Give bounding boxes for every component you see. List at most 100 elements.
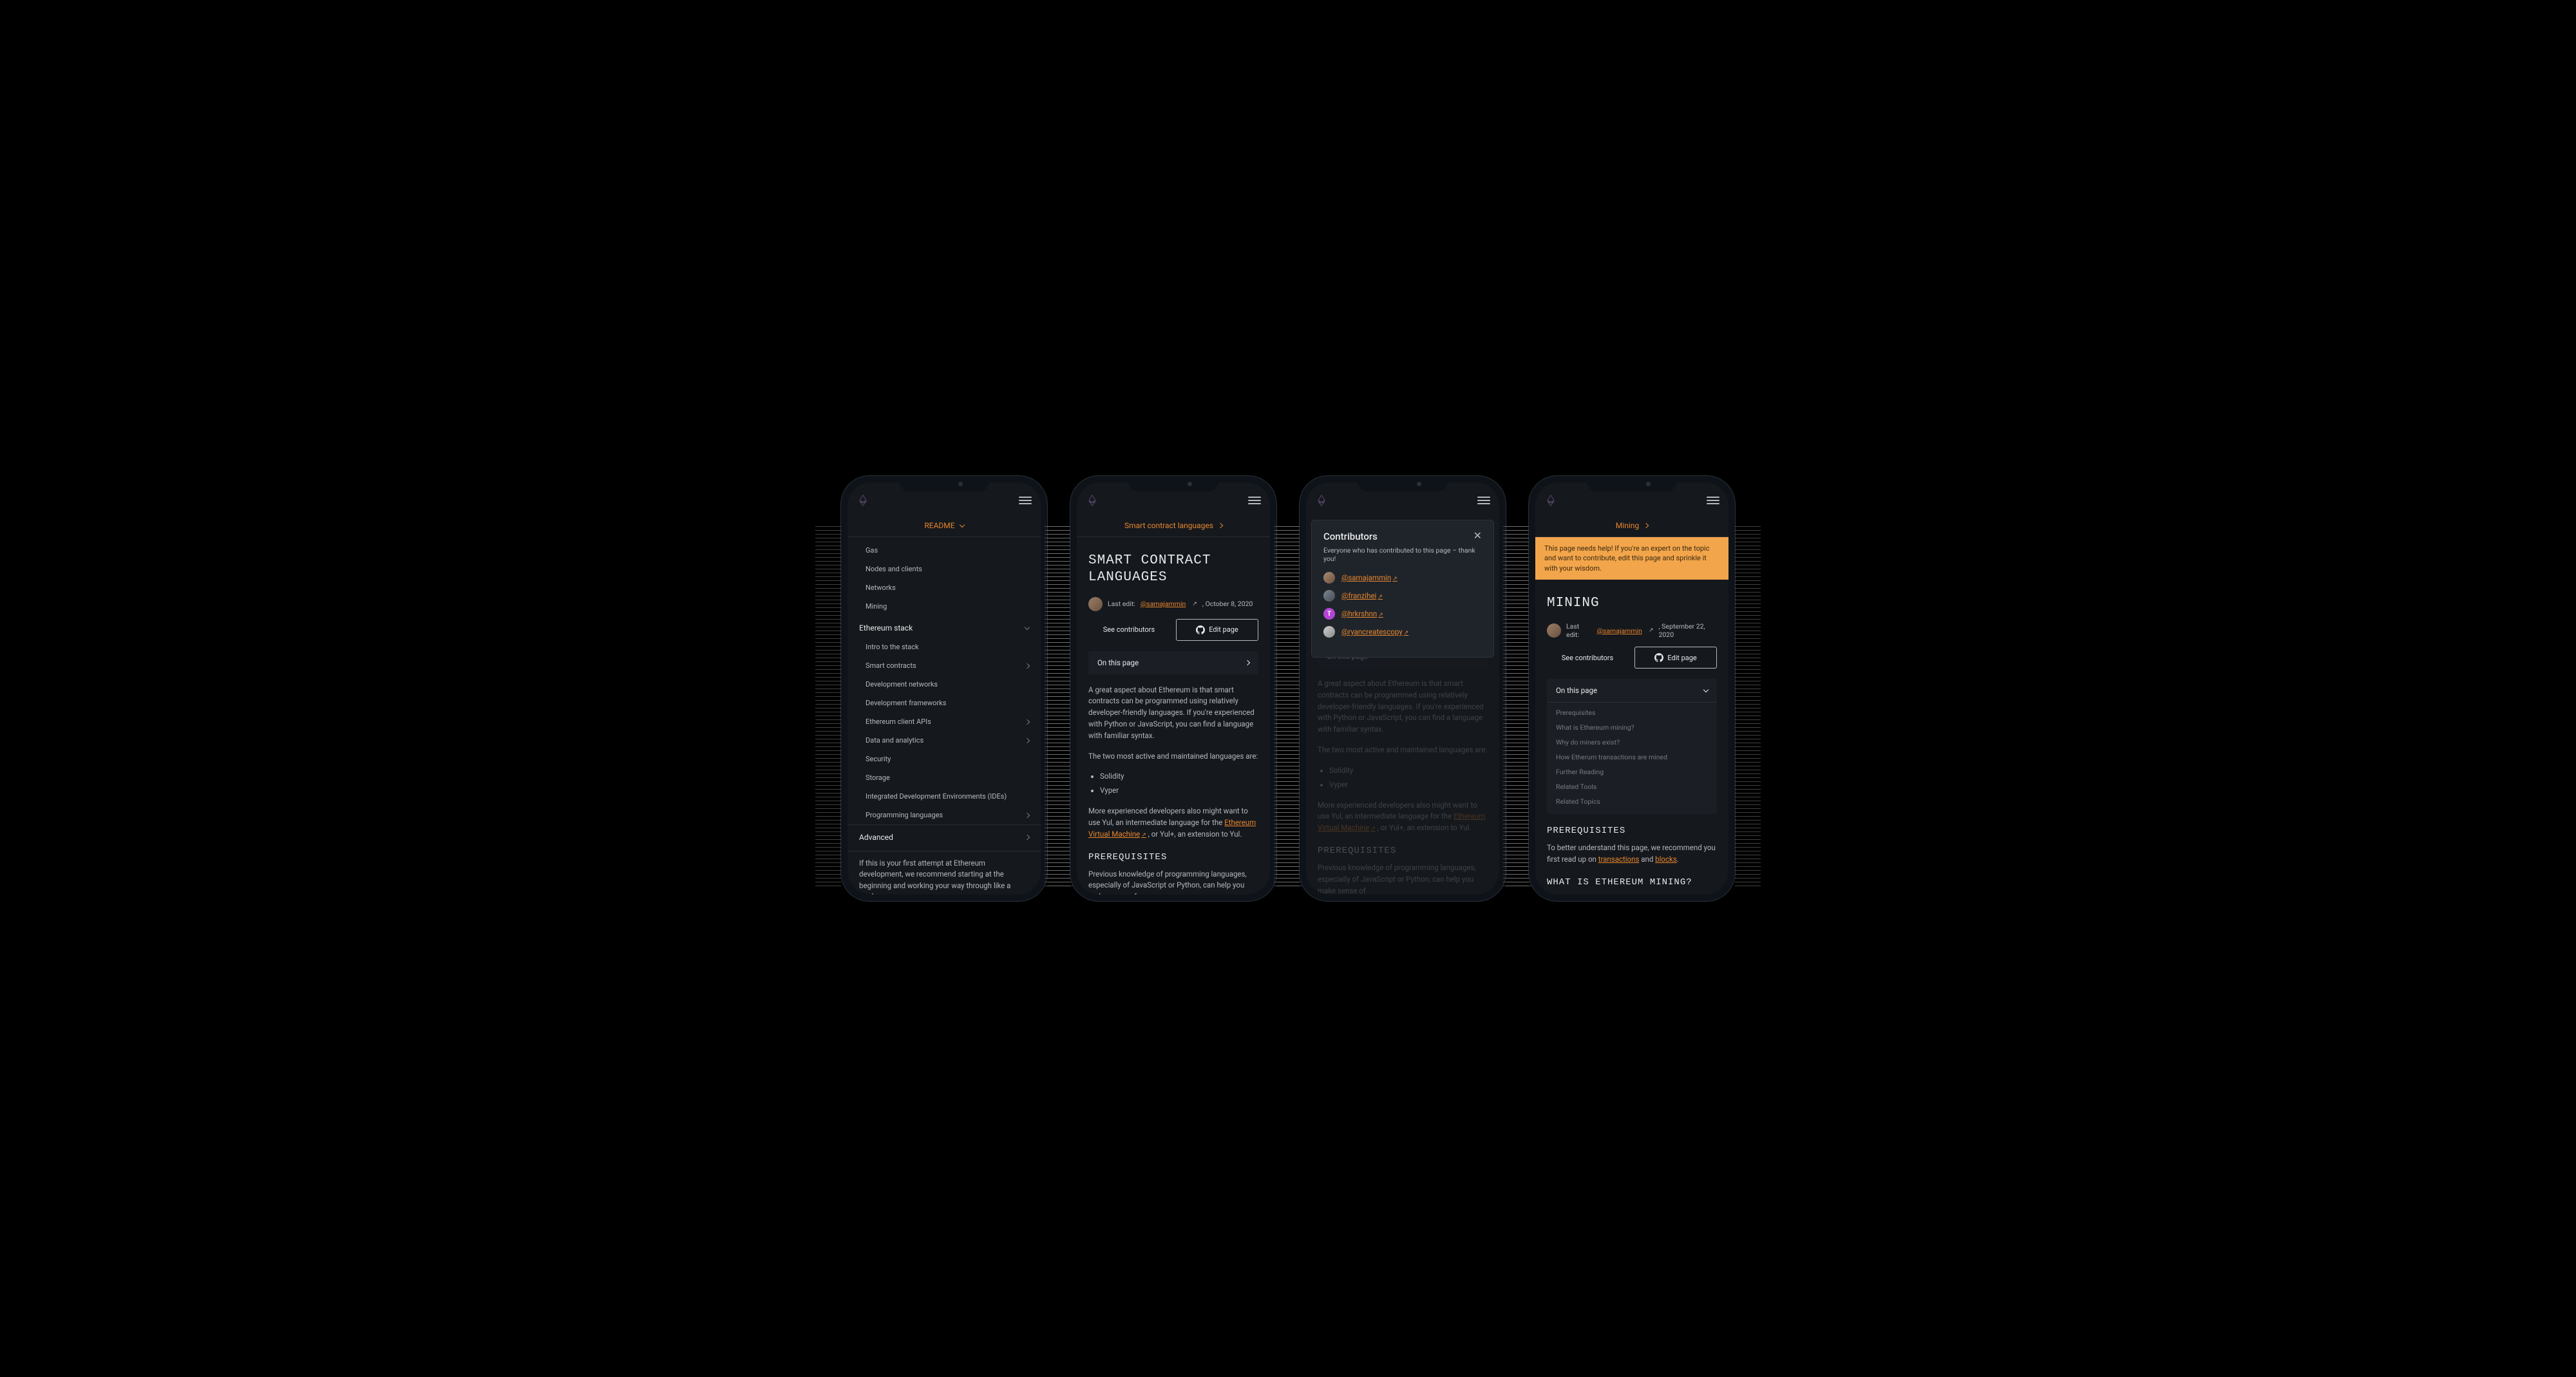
nav-item[interactable]: Smart contracts (848, 656, 1041, 675)
paragraph: Previous knowledge of programming langua… (1088, 869, 1258, 895)
list-item: Vyper (1100, 785, 1258, 797)
editor-link[interactable]: @samajammin (1141, 600, 1186, 608)
nav-item[interactable]: Mining (848, 597, 1041, 616)
avatar: T (1323, 608, 1335, 620)
editor-link[interactable]: @samajammin (1596, 627, 1642, 635)
paragraph: To better understand this page, we recom… (1547, 842, 1717, 866)
nav-group-header[interactable]: Ethereum stack (848, 616, 1041, 638)
toc-item[interactable]: Prerequisites (1547, 705, 1717, 720)
paragraph: The two most active and maintained langu… (1088, 751, 1258, 763)
contributor-row: @samajammin↗ (1323, 572, 1482, 584)
blocks-link[interactable]: blocks (1655, 855, 1677, 864)
nav-item[interactable]: Data and analytics (848, 731, 1041, 750)
nav-item[interactable]: Storage (848, 768, 1041, 787)
phone-frame-3: Contributors ✕ Everyone who has contribu… (1300, 476, 1506, 901)
paragraph: More experienced developers also might w… (1088, 806, 1258, 840)
chevron-down-icon (959, 522, 964, 527)
app-bar (1077, 486, 1270, 515)
breadcrumb[interactable]: Mining (1535, 515, 1728, 537)
nav-item[interactable]: Ethereum client APIs (848, 712, 1041, 731)
chevron-right-icon (1218, 523, 1223, 528)
ethereum-logo-icon (857, 494, 869, 507)
nav-item[interactable]: Gas (848, 541, 1041, 560)
app-bar (1306, 486, 1499, 515)
nav-group-header[interactable]: Advanced (848, 824, 1041, 847)
paragraph: The two most active and maintained langu… (1318, 745, 1488, 756)
modal-title: Contributors (1323, 531, 1378, 542)
menu-icon[interactable] (1477, 497, 1490, 504)
contributor-row: @ryancreatescopy↗ (1323, 626, 1482, 638)
toc-item[interactable]: Related Topics (1547, 794, 1717, 809)
breadcrumb-label: README (924, 521, 954, 530)
contributor-link[interactable]: @ryancreatescopy↗ (1341, 627, 1408, 636)
chevron-down-icon (1025, 624, 1030, 629)
contributor-link[interactable]: @franzihei↗ (1341, 591, 1383, 600)
chevron-right-icon (1025, 835, 1030, 840)
nav-item[interactable]: Programming languages (848, 806, 1041, 824)
avatar (1323, 572, 1335, 584)
paragraph: A great aspect about Ethereum is that sm… (1088, 685, 1258, 742)
contributors-modal: Contributors ✕ Everyone who has contribu… (1311, 520, 1494, 658)
breadcrumb[interactable]: README (848, 515, 1041, 537)
help-banner: This page needs help! If you're an exper… (1535, 537, 1728, 580)
ethereum-logo-icon (1544, 494, 1557, 507)
chevron-right-icon (1643, 523, 1649, 528)
nav-item[interactable]: Nodes and clients (848, 560, 1041, 578)
toc-toggle[interactable]: On this page (1088, 651, 1258, 674)
last-edit-meta: Last edit: @samajammin↗ , September 22, … (1535, 614, 1728, 647)
section-heading: WHAT IS ETHEREUM MINING? (1547, 877, 1717, 888)
toc-item[interactable]: Related Tools (1547, 779, 1717, 794)
avatar (1547, 623, 1561, 638)
close-icon[interactable]: ✕ (1473, 531, 1482, 541)
nav-item[interactable]: Security (848, 750, 1041, 768)
paragraph: A great aspect about Ethereum is that sm… (1318, 678, 1488, 736)
contributor-link[interactable]: @samajammin↗ (1341, 573, 1397, 582)
nav-item[interactable]: Intro to the stack (848, 638, 1041, 656)
phone-frame-1: README Gas Nodes and clients Networks Mi… (841, 476, 1047, 901)
chevron-right-icon (1025, 812, 1030, 817)
page-title: MINING (1535, 580, 1728, 614)
nav-item[interactable]: Networks (848, 578, 1041, 597)
edit-page-button[interactable]: Edit page (1634, 647, 1717, 669)
list-item: Solidity (1100, 771, 1258, 783)
breadcrumb[interactable]: Smart contract languages (1077, 515, 1270, 537)
intro-paragraph: If this is your first attempt at Ethereu… (848, 851, 1041, 895)
contributor-row: T @hrkrshnn↗ (1323, 608, 1482, 620)
toc-item[interactable]: Why do miners exist? (1547, 735, 1717, 750)
language-list: Solidity Vyper (1318, 765, 1488, 791)
toc-panel: On this page Prerequisites What is Ether… (1547, 679, 1717, 814)
transactions-link[interactable]: transactions (1598, 855, 1640, 864)
avatar (1088, 597, 1103, 611)
last-edit-meta: Last edit: @samajammin↗ , October 8, 202… (1077, 589, 1270, 619)
paragraph: Previous knowledge of programming langua… (1318, 862, 1488, 895)
ethereum-logo-icon (1086, 494, 1099, 507)
nav-item[interactable]: Development frameworks (848, 694, 1041, 712)
toc-toggle[interactable]: On this page (1547, 679, 1717, 703)
chevron-right-icon (1025, 663, 1030, 668)
toc-item[interactable]: Further Reading (1547, 764, 1717, 779)
toc-item[interactable]: How Etherum transactions are mined (1547, 750, 1717, 764)
avatar (1323, 590, 1335, 602)
chevron-down-icon (1703, 687, 1709, 692)
ethereum-logo-icon (1315, 494, 1328, 507)
chevron-right-icon (1245, 660, 1250, 665)
menu-icon[interactable] (1019, 497, 1032, 504)
edit-page-button[interactable]: Edit page (1176, 619, 1258, 641)
phone-frame-4: Mining This page needs help! If you're a… (1529, 476, 1735, 901)
contributor-link[interactable]: @hrkrshnn↗ (1341, 609, 1383, 618)
nav-panel: Gas Nodes and clients Networks Mining Et… (848, 537, 1041, 847)
app-bar (848, 486, 1041, 515)
paragraph: More experienced developers also might w… (1318, 800, 1488, 835)
section-heading: PREREQUISITES (1547, 826, 1717, 836)
app-bar (1535, 486, 1728, 515)
toc-item[interactable]: What is Ethereum mining? (1547, 720, 1717, 735)
chevron-right-icon (1025, 737, 1030, 743)
menu-icon[interactable] (1707, 497, 1719, 504)
menu-icon[interactable] (1248, 497, 1261, 504)
nav-item[interactable]: Development networks (848, 675, 1041, 694)
breadcrumb-label: Mining (1616, 521, 1639, 530)
see-contributors-button[interactable]: See contributors (1547, 647, 1628, 669)
see-contributors-button[interactable]: See contributors (1088, 619, 1170, 641)
nav-item[interactable]: Integrated Development Environments (IDE… (848, 787, 1041, 806)
breadcrumb-label: Smart contract languages (1124, 521, 1213, 530)
